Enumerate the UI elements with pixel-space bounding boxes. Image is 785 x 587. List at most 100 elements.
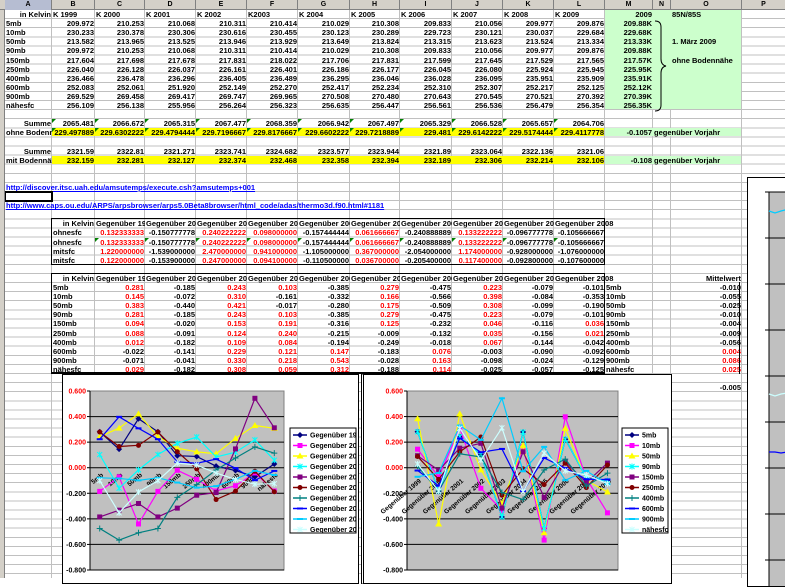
comparison-header[interactable]: Gegenüber 2001 (196, 219, 247, 228)
avg-ohne-cell[interactable]: 229.4117778 (554, 128, 605, 137)
partial-chart-right[interactable] (747, 177, 785, 587)
comparison-header[interactable]: Gegenüber 2007 (503, 219, 554, 228)
sum-ohne-cell[interactable]: 2065.315 (145, 119, 196, 128)
diff-label[interactable]: gegenüber Vorjahr (653, 128, 720, 137)
difference-cell[interactable]: 0.308 (452, 301, 503, 310)
temperature-cell[interactable]: 269.458 (95, 92, 145, 101)
summe-label[interactable]: Summe (5, 147, 52, 156)
difference-cell[interactable]: 0.310 (196, 292, 247, 301)
temperature-cell[interactable]: 252.083 (52, 83, 95, 92)
difference-cell[interactable]: -0.107600000 (554, 256, 605, 265)
difference-cell[interactable]: 0.094 (95, 319, 145, 328)
avg-mit-cell[interactable]: 232.374 (196, 156, 247, 165)
difference-cell[interactable]: 0.122000000 (95, 256, 145, 265)
difference-cell[interactable]: -0.185 (145, 283, 196, 292)
avg-ohne-cell[interactable]: 229.6142222 (452, 128, 503, 137)
level-label-right[interactable]: nähesfc (605, 365, 653, 374)
temperature-cell[interactable]: 269.417 (145, 92, 196, 101)
difference-cell[interactable]: 0.279 (350, 283, 400, 292)
temperature-cell[interactable]: 210.068 (145, 19, 196, 28)
difference-cell[interactable]: 0.098000000 (247, 237, 298, 247)
difference-cell[interactable]: -0.096777778 (503, 237, 554, 247)
difference-cell[interactable]: 0.133222222 (452, 228, 503, 237)
difference-cell[interactable]: 0.125 (350, 319, 400, 328)
level-label[interactable]: 600mb (52, 347, 95, 356)
difference-cell[interactable]: -0.475 (400, 310, 452, 319)
temperature-cell[interactable]: 218.022 (247, 56, 298, 65)
difference-cell[interactable]: -0.057 (503, 365, 554, 374)
difference-cell[interactable]: 0.243 (196, 310, 247, 319)
temperature-cell[interactable]: 226.401 (247, 65, 298, 74)
difference-cell[interactable]: 0.036700000 (350, 256, 400, 265)
summary-value[interactable]: 209.88K (605, 19, 653, 28)
year-header[interactable]: K 2007 (452, 10, 503, 19)
level-label[interactable]: 150mb (52, 319, 95, 328)
difference-cell[interactable]: 0.098000000 (247, 228, 298, 237)
difference-cell[interactable]: 0.133222222 (452, 237, 503, 247)
row-header-strip[interactable] (0, 10, 5, 578)
difference-cell[interactable]: 0.383 (95, 301, 145, 310)
corner-label[interactable]: in Kelvin (52, 219, 95, 228)
avg-mit-cell[interactable]: 232.281 (95, 156, 145, 165)
temperature-cell[interactable]: 256.109 (52, 101, 95, 110)
difference-cell[interactable]: 0.035 (452, 329, 503, 338)
temperature-cell[interactable]: 230.455 (247, 28, 298, 37)
level-label-right[interactable]: 5mb (605, 283, 653, 292)
difference-cell[interactable]: 0.117400000 (452, 256, 503, 265)
level-label[interactable]: nähesfc (52, 365, 95, 374)
level-label[interactable]: nähesfc (5, 101, 52, 110)
difference-cell[interactable]: -0.280 (298, 301, 350, 310)
difference-cell[interactable]: 0.132333333 (95, 237, 145, 247)
temperature-cell[interactable]: 252.307 (452, 83, 503, 92)
level-label[interactable]: 90mb (52, 310, 95, 319)
difference-cell[interactable]: 0.312 (298, 365, 350, 374)
difference-cell[interactable]: -0.042 (554, 338, 605, 347)
temperature-cell[interactable]: 256.635 (298, 101, 350, 110)
difference-cell[interactable]: -0.084 (503, 292, 554, 301)
temperature-cell[interactable]: 270.508 (298, 92, 350, 101)
temperature-cell[interactable]: 256.536 (452, 101, 503, 110)
year-header[interactable]: K2003 (247, 10, 298, 19)
difference-cell[interactable]: -0.240888889 (400, 237, 452, 247)
temperature-cell[interactable]: 213.582 (52, 37, 95, 46)
year-header[interactable]: K 2006 (400, 10, 452, 19)
comparison-header[interactable]: Gegenüber 2007 (503, 274, 554, 283)
summary-value[interactable]: 235.91K (605, 74, 653, 83)
comparison-header[interactable]: Gegenüber 2006 (452, 219, 503, 228)
difference-cell[interactable]: -0.003 (452, 347, 503, 356)
sum-ohne-cell[interactable]: 2065.657 (503, 119, 554, 128)
difference-cell[interactable]: -0.353 (554, 292, 605, 301)
comparison-header[interactable]: Gegenüber 2000 (145, 219, 196, 228)
column-header-p[interactable]: P (742, 0, 785, 10)
difference-cell[interactable]: 0.121 (247, 347, 298, 356)
difference-cell[interactable]: 0.109 (196, 338, 247, 347)
year-header[interactable]: K 2009 (554, 10, 605, 19)
difference-cell[interactable]: -0.215 (298, 329, 350, 338)
column-header-o[interactable]: O (671, 0, 742, 10)
row-label[interactable]: mitsfc (52, 256, 95, 265)
level-label-right[interactable]: 90mb (605, 310, 653, 319)
sum-mit-cell[interactable]: 2322.81 (95, 147, 145, 156)
temperature-cell[interactable]: 230.123 (298, 28, 350, 37)
difference-cell[interactable]: -0.157444444 (298, 228, 350, 237)
difference-cell[interactable]: 0.021 (554, 329, 605, 338)
difference-cell[interactable]: 0.281 (95, 310, 145, 319)
difference-cell[interactable]: 0.029 (95, 365, 145, 374)
temperature-cell[interactable]: 210.253 (95, 19, 145, 28)
level-label-right[interactable]: 600mb (605, 347, 653, 356)
level-label[interactable]: 5mb (52, 283, 95, 292)
difference-cell[interactable]: 0.223 (452, 310, 503, 319)
summary-value[interactable]: 209.88K (605, 46, 653, 55)
difference-cell[interactable]: 0.398 (452, 292, 503, 301)
temperature-cell[interactable]: 217.599 (400, 56, 452, 65)
difference-cell[interactable]: -0.188 (350, 365, 400, 374)
difference-cell[interactable]: -0.156 (503, 329, 554, 338)
difference-cell[interactable]: -0.182 (145, 338, 196, 347)
avg-ohne-cell[interactable]: 229.7196667 (196, 128, 247, 137)
difference-cell[interactable]: -0.079 (503, 283, 554, 292)
level-label[interactable]: 400mb (5, 74, 52, 83)
column-header-e[interactable]: E (196, 0, 247, 10)
avg-mit-cell[interactable]: 232.358 (298, 156, 350, 165)
column-header-m[interactable]: M (605, 0, 653, 10)
difference-cell[interactable]: -0.144 (503, 338, 554, 347)
